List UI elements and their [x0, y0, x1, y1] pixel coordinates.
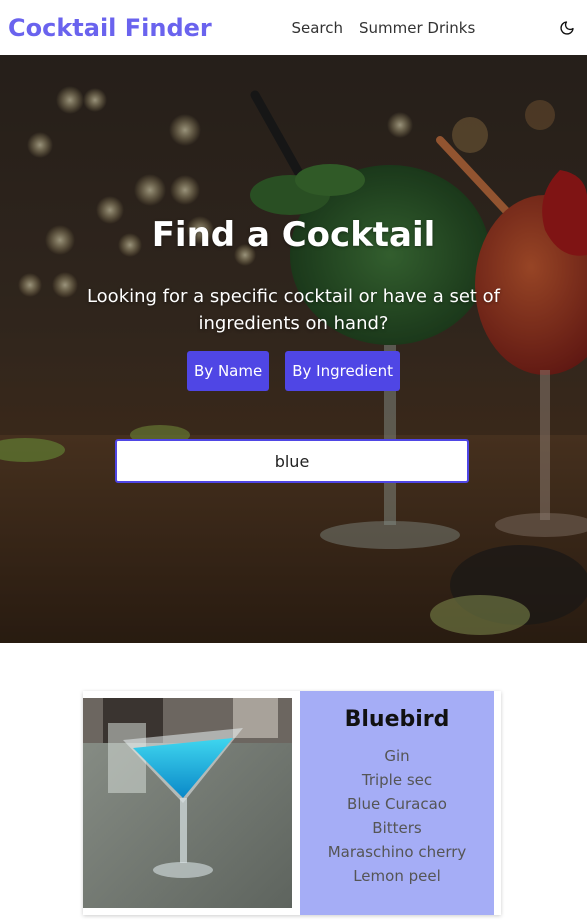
ingredient-item: Triple sec [361, 771, 433, 789]
navbar: Cocktail Finder Search Summer Drinks [0, 0, 587, 55]
cocktail-name: Bluebird [344, 707, 450, 732]
nav-link-summer-drinks[interactable]: Summer Drinks [359, 19, 475, 37]
hero-title: Find a Cocktail [151, 215, 436, 255]
moon-icon[interactable] [555, 16, 579, 40]
search-mode-buttons: By Name By Ingredient [0, 351, 587, 391]
by-name-button[interactable]: By Name [187, 351, 270, 391]
cocktail-card[interactable]: Bluebird Gin Triple sec Blue Curacao Bit… [83, 691, 501, 915]
nav-link-search[interactable]: Search [291, 19, 343, 37]
ingredient-item: Gin [384, 747, 410, 765]
ingredient-item: Maraschino cherry [327, 843, 467, 861]
search-input[interactable] [115, 439, 469, 483]
cocktail-image [83, 698, 292, 908]
nav-links: Search Summer Drinks [291, 19, 475, 37]
ingredient-item: Lemon peel [353, 867, 441, 885]
brand-title[interactable]: Cocktail Finder [8, 14, 212, 42]
ingredient-item: Bitters [372, 819, 422, 837]
ingredient-list: Gin Triple sec Blue Curacao Bitters Mara… [300, 744, 494, 888]
hero-section: Find a Cocktail Looking for a specific c… [0, 55, 587, 643]
cocktail-details: Bluebird Gin Triple sec Blue Curacao Bit… [300, 691, 494, 915]
ingredient-item: Blue Curacao [347, 795, 447, 813]
hero-subtitle: Looking for a specific cocktail or have … [86, 286, 501, 334]
by-ingredient-button[interactable]: By Ingredient [285, 351, 400, 391]
